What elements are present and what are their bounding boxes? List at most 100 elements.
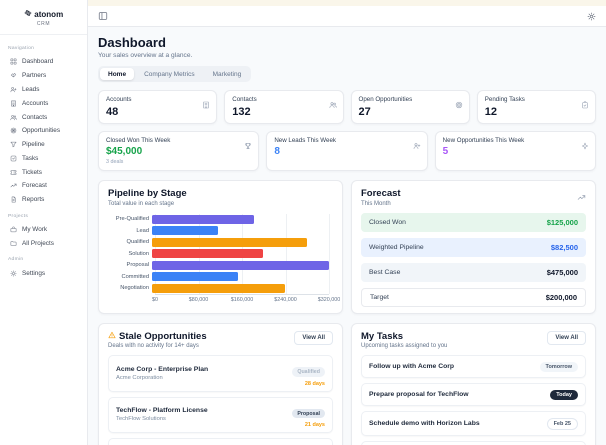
week-card-new-leads-this-week: New Leads This Week 8 bbox=[266, 130, 428, 172]
sidebar-item-label: All Projects bbox=[22, 239, 54, 247]
sidebar-toggle-button[interactable] bbox=[98, 11, 108, 21]
sidebar-item-label: Contacts bbox=[22, 113, 48, 121]
folder-icon bbox=[10, 240, 17, 246]
forecast-row-label: Closed Won bbox=[369, 218, 406, 226]
logo-text: atonom bbox=[34, 9, 64, 19]
tasks-subtitle: Upcoming tasks assigned to you bbox=[361, 343, 448, 350]
sidebar-nav: Navigation Dashboard Partners Leads Acco… bbox=[0, 35, 87, 284]
page-title: Dashboard bbox=[98, 35, 166, 50]
sidebar-item-leads[interactable]: Leads bbox=[8, 83, 79, 97]
sidebar-item-settings[interactable]: Settings bbox=[8, 266, 79, 280]
check-square-icon bbox=[10, 155, 17, 162]
chart-x-tick: $80,000 bbox=[188, 297, 209, 304]
user-plus-icon bbox=[413, 142, 420, 149]
forecast-row-value: $125,000 bbox=[546, 217, 578, 227]
tasks-view-all-button[interactable]: View All bbox=[547, 330, 586, 345]
logo: atonom CRM bbox=[0, 0, 87, 35]
handshake-icon bbox=[10, 73, 17, 78]
sidebar-item-label: Reports bbox=[22, 196, 45, 204]
stale-subtitle: Deals with no activity for 14+ days bbox=[108, 343, 199, 350]
stale-opportunity-row[interactable]: Pinnacle - Annual Subscription Pinnacle … bbox=[108, 438, 333, 445]
grid-icon bbox=[10, 59, 17, 65]
stat-value: 48 bbox=[106, 105, 119, 118]
building-icon bbox=[203, 101, 209, 109]
sidebar-item-all-projects[interactable]: All Projects bbox=[8, 236, 79, 250]
sidebar: atonom CRM Navigation Dashboard Partners… bbox=[0, 0, 88, 445]
sidebar-item-label: Opportunities bbox=[22, 127, 61, 135]
chart-row: Lead bbox=[108, 225, 333, 237]
nav-section-label: Projects bbox=[8, 213, 29, 219]
sidebar-item-label: Accounts bbox=[22, 99, 49, 107]
tasks-list: Follow up with Acme Corp Tomorrow Prepar… bbox=[361, 355, 586, 445]
nav-section: Projects My Work All Projects bbox=[8, 214, 79, 251]
sidebar-item-opportunities[interactable]: Opportunities bbox=[8, 124, 79, 138]
sidebar-item-label: Partners bbox=[22, 72, 47, 80]
dashboard-content: Dashboard Your sales overview at a glanc… bbox=[88, 27, 606, 445]
week-card-new-opportunities-this-week: New Opportunities This Week 5 bbox=[434, 130, 596, 172]
days-stale: 28 days bbox=[304, 380, 325, 387]
sidebar-item-accounts[interactable]: Accounts bbox=[8, 96, 79, 110]
sidebar-item-label: Settings bbox=[22, 269, 46, 277]
sidebar-item-tickets[interactable]: Tickets bbox=[8, 165, 79, 179]
stale-view-all-button[interactable]: View All bbox=[294, 330, 333, 345]
forecast-panel: Forecast This Month Closed Won $125,000 … bbox=[351, 180, 596, 314]
sidebar-item-partners[interactable]: Partners bbox=[8, 69, 79, 83]
task-row[interactable]: Prepare proposal for TechFlow Today bbox=[361, 383, 586, 407]
ticket-icon bbox=[10, 169, 17, 175]
forecast-row-value: $82,500 bbox=[550, 242, 578, 252]
chart-bar-solution bbox=[152, 249, 263, 259]
stat-card-open-opportunities: Open Opportunities 27 bbox=[350, 90, 470, 124]
task-name: Prepare proposal for TechFlow bbox=[369, 391, 469, 399]
forecast-row-value: $200,000 bbox=[545, 292, 577, 302]
stage-badge: Proposal bbox=[292, 408, 325, 419]
opportunity-company: Acme Corporation bbox=[116, 374, 163, 381]
forecast-rows: Closed Won $125,000 Weighted Pipeline $8… bbox=[361, 212, 586, 307]
stale-opportunity-row[interactable]: TechFlow - Platform License TechFlow Sol… bbox=[108, 396, 333, 434]
task-row[interactable]: Schedule demo with Horizon Labs Feb 25 bbox=[361, 411, 586, 437]
forecast-row-label: Weighted Pipeline bbox=[369, 243, 424, 251]
tab-marketing[interactable]: Marketing bbox=[205, 68, 250, 80]
sidebar-item-my-work[interactable]: My Work bbox=[8, 223, 79, 237]
sidebar-item-dashboard[interactable]: Dashboard bbox=[8, 55, 79, 69]
stat-label: Open Opportunities bbox=[358, 96, 413, 104]
sidebar-item-forecast[interactable]: Forecast bbox=[8, 179, 79, 193]
gear-icon bbox=[587, 12, 596, 20]
sidebar-item-contacts[interactable]: Contacts bbox=[8, 110, 79, 124]
tab-home[interactable]: Home bbox=[100, 68, 135, 81]
chart-category-label: Pre-Qualified bbox=[115, 216, 149, 223]
stale-opportunity-row[interactable]: Acme Corp - Enterprise Plan Acme Corpora… bbox=[108, 355, 333, 392]
task-row[interactable]: Review contract terms - Pinnacle Feb 27 bbox=[361, 441, 586, 445]
trophy-icon bbox=[245, 142, 251, 149]
forecast-row-closed-won: Closed Won $125,000 bbox=[361, 212, 586, 232]
task-row[interactable]: Follow up with Acme Corp Tomorrow bbox=[361, 355, 586, 379]
opportunity-name: TechFlow - Platform License bbox=[116, 407, 208, 415]
task-due-badge: Feb 25 bbox=[546, 417, 578, 430]
main-area: Dashboard Your sales overview at a glanc… bbox=[88, 0, 606, 445]
task-due-badge: Tomorrow bbox=[539, 361, 578, 372]
week-card-value: 8 bbox=[274, 146, 280, 158]
lists-row: Stale Opportunities Deals with no activi… bbox=[98, 322, 596, 445]
opportunity-name: Acme Corp - Enterprise Plan bbox=[116, 365, 209, 373]
forecast-row-label: Target bbox=[370, 293, 389, 301]
atom-icon bbox=[24, 9, 32, 17]
tab-company-metrics[interactable]: Company Metrics bbox=[136, 68, 203, 80]
chart-bar-negotiation bbox=[152, 283, 285, 293]
sidebar-item-pipeline[interactable]: Pipeline bbox=[8, 138, 79, 152]
topbar-settings-button[interactable] bbox=[587, 12, 596, 21]
forecast-row-target: Target $200,000 bbox=[361, 287, 586, 307]
sidebar-item-reports[interactable]: Reports bbox=[8, 193, 79, 207]
sidebar-item-label: Leads bbox=[22, 85, 40, 93]
chart-row: Qualified bbox=[108, 237, 333, 249]
stat-value: 27 bbox=[358, 105, 371, 118]
charts-row: Pipeline by Stage Total value in each st… bbox=[98, 180, 596, 314]
chart-bar-committed bbox=[152, 272, 238, 282]
stat-value: 132 bbox=[232, 105, 251, 118]
sidebar-item-tasks[interactable]: Tasks bbox=[8, 151, 79, 165]
trend-icon bbox=[10, 184, 17, 188]
file-icon bbox=[11, 196, 16, 203]
stat-value: 12 bbox=[484, 105, 497, 118]
week-card-label: New Leads This Week bbox=[274, 136, 337, 144]
pipeline-title: Pipeline by Stage bbox=[108, 188, 187, 200]
sidebar-item-label: My Work bbox=[22, 225, 48, 233]
weekly-stat-cards-row: Closed Won This Week $45,000 3 deals New… bbox=[98, 130, 596, 172]
